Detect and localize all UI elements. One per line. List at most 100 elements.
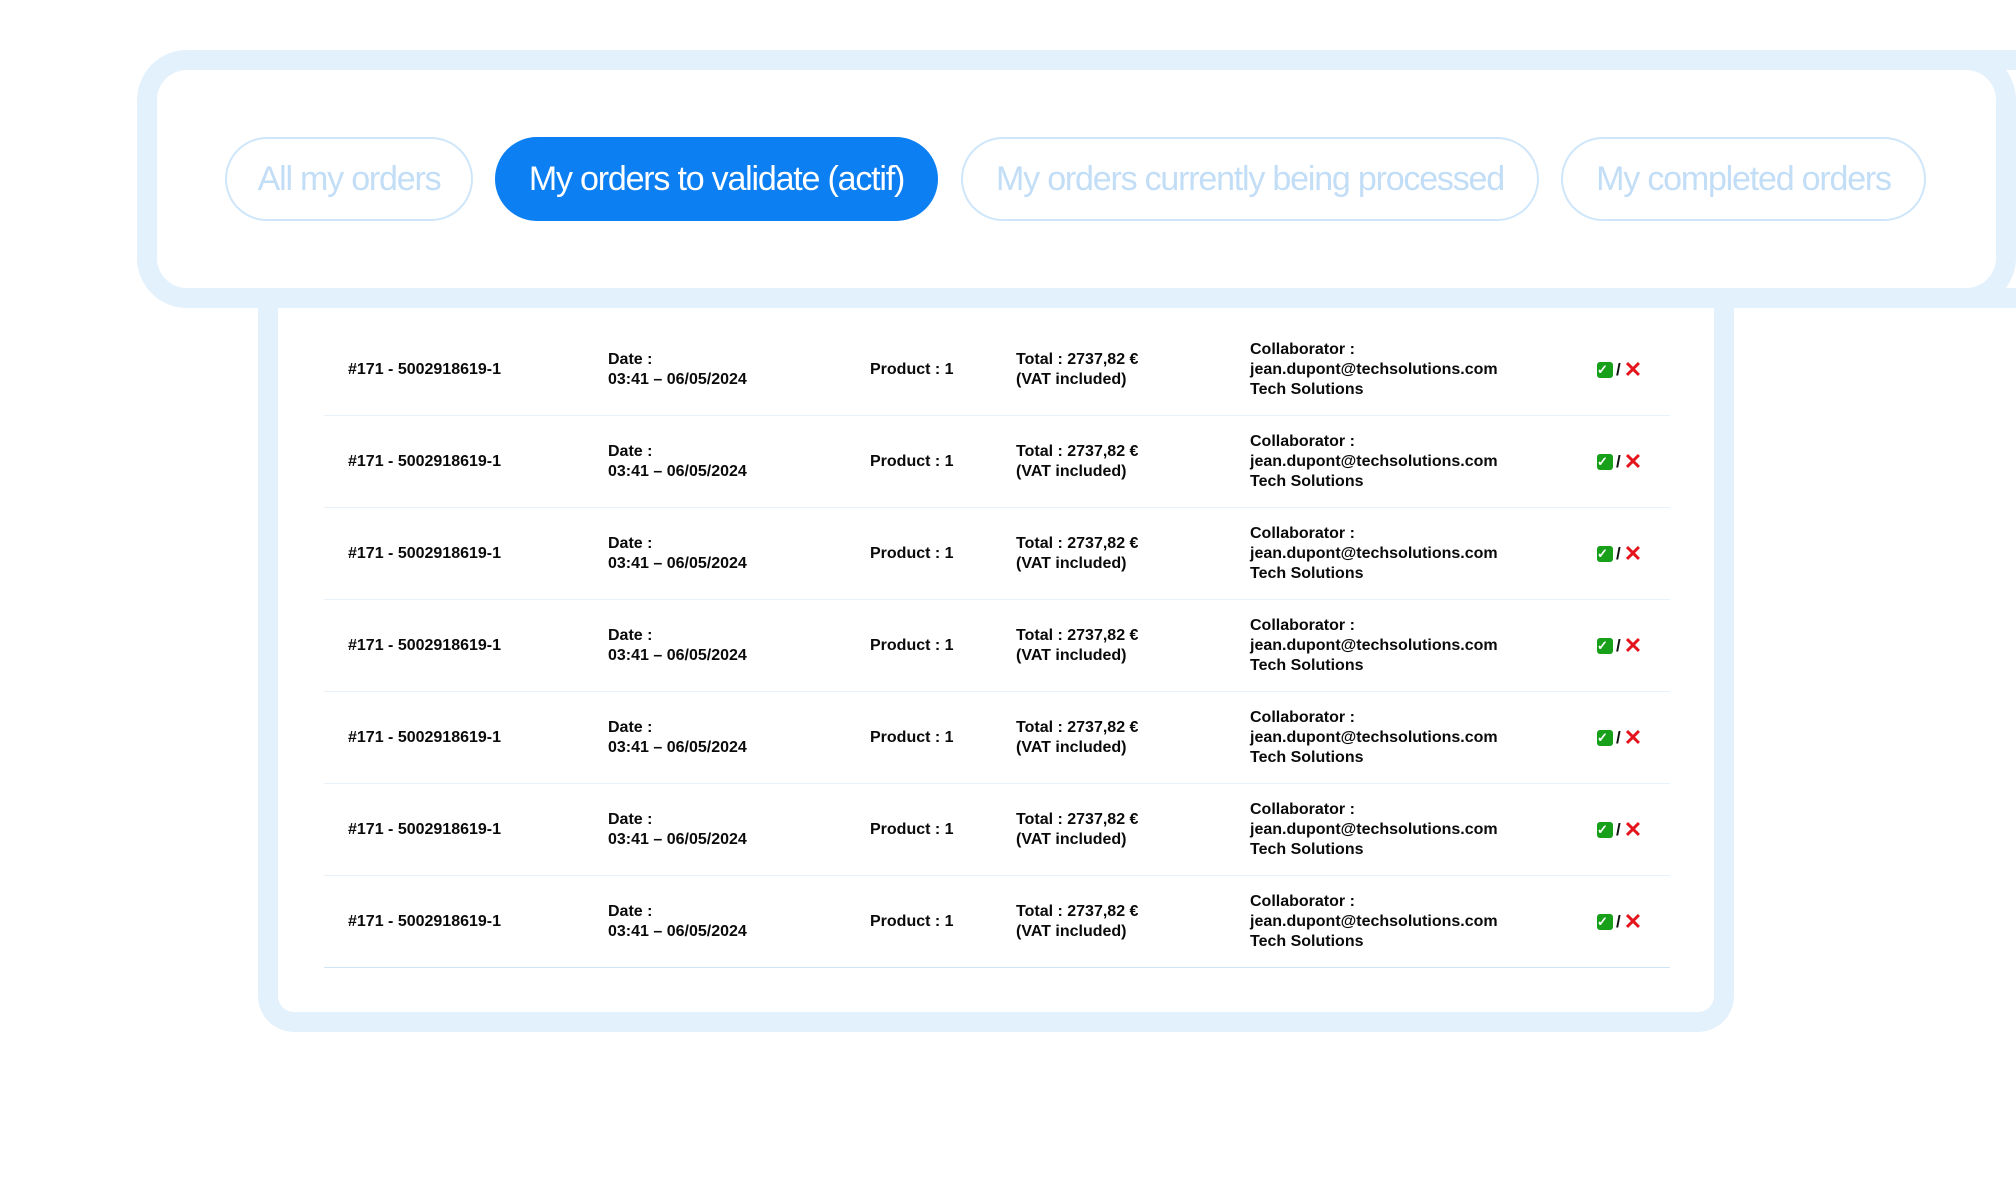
date-value: 03:41 – 06/05/2024 [608, 738, 747, 756]
total-value: Total : 2737,82 € [1016, 810, 1139, 828]
order-total: Total : 2737,82 € (VAT included) [1016, 810, 1138, 850]
vat-note: (VAT included) [1016, 370, 1127, 388]
table-row[interactable]: #171 - 5002918619-1 Date : 03:41 – 06/05… [324, 324, 1670, 416]
order-actions: ✓ / ✕ [1597, 726, 1642, 748]
order-actions: ✓ / ✕ [1597, 634, 1642, 656]
order-date: Date : 03:41 – 06/05/2024 [608, 350, 747, 390]
order-product: Product : 1 [870, 360, 954, 378]
order-date: Date : 03:41 – 06/05/2024 [608, 626, 747, 666]
date-label: Date : [608, 718, 653, 736]
tab-orders-to-validate[interactable]: My orders to validate (actif) [495, 137, 938, 221]
collaborator-company: Tech Solutions [1250, 932, 1364, 950]
collaborator-company: Tech Solutions [1250, 656, 1364, 674]
order-id: #171 - 5002918619-1 [348, 912, 502, 930]
collaborator-label: Collaborator : [1250, 616, 1355, 634]
order-product: Product : 1 [870, 636, 954, 654]
collaborator-company: Tech Solutions [1250, 748, 1364, 766]
collaborator-company: Tech Solutions [1250, 380, 1364, 398]
collaborator-email: jean.dupont@techsolutions.com [1250, 728, 1498, 746]
order-id: #171 - 5002918619-1 [348, 544, 502, 562]
order-actions: ✓ / ✕ [1597, 358, 1642, 380]
date-value: 03:41 – 06/05/2024 [608, 830, 747, 848]
collaborator-email: jean.dupont@techsolutions.com [1250, 820, 1498, 838]
date-label: Date : [608, 442, 653, 460]
order-collaborator: Collaborator : jean.dupont@techsolutions… [1250, 432, 1498, 492]
total-value: Total : 2737,82 € [1016, 442, 1139, 460]
cross-icon[interactable]: ✕ [1624, 358, 1642, 380]
order-product: Product : 1 [870, 820, 954, 838]
check-icon[interactable]: ✓ [1597, 729, 1613, 746]
check-icon[interactable]: ✓ [1597, 637, 1613, 654]
vat-note: (VAT included) [1016, 554, 1127, 572]
cross-icon[interactable]: ✕ [1624, 910, 1642, 932]
cross-icon[interactable]: ✕ [1624, 726, 1642, 748]
total-value: Total : 2737,82 € [1016, 534, 1139, 552]
order-total: Total : 2737,82 € (VAT included) [1016, 626, 1138, 666]
date-label: Date : [608, 350, 653, 368]
collaborator-company: Tech Solutions [1250, 472, 1364, 490]
date-label: Date : [608, 626, 653, 644]
total-value: Total : 2737,82 € [1016, 350, 1139, 368]
table-row[interactable]: #171 - 5002918619-1 Date : 03:41 – 06/05… [324, 508, 1670, 600]
order-product: Product : 1 [870, 728, 954, 746]
table-row[interactable]: #171 - 5002918619-1 Date : 03:41 – 06/05… [324, 692, 1670, 784]
order-total: Total : 2737,82 € (VAT included) [1016, 534, 1138, 574]
collaborator-label: Collaborator : [1250, 432, 1355, 450]
collaborator-email: jean.dupont@techsolutions.com [1250, 636, 1498, 654]
collaborator-email: jean.dupont@techsolutions.com [1250, 544, 1498, 562]
cross-icon[interactable]: ✕ [1624, 818, 1642, 840]
order-total: Total : 2737,82 € (VAT included) [1016, 902, 1138, 942]
cross-icon[interactable]: ✕ [1624, 450, 1642, 472]
collaborator-label: Collaborator : [1250, 800, 1355, 818]
collaborator-company: Tech Solutions [1250, 564, 1364, 582]
vat-note: (VAT included) [1016, 462, 1127, 480]
date-label: Date : [608, 902, 653, 920]
order-date: Date : 03:41 – 06/05/2024 [608, 902, 747, 942]
order-id: #171 - 5002918619-1 [348, 728, 502, 746]
collaborator-label: Collaborator : [1250, 708, 1355, 726]
table-row[interactable]: #171 - 5002918619-1 Date : 03:41 – 06/05… [324, 876, 1670, 968]
collaborator-label: Collaborator : [1250, 524, 1355, 542]
total-value: Total : 2737,82 € [1016, 902, 1139, 920]
order-total: Total : 2737,82 € (VAT included) [1016, 718, 1138, 758]
check-icon[interactable]: ✓ [1597, 453, 1613, 470]
collaborator-email: jean.dupont@techsolutions.com [1250, 452, 1498, 470]
order-id: #171 - 5002918619-1 [348, 636, 502, 654]
collaborator-email: jean.dupont@techsolutions.com [1250, 912, 1498, 930]
order-collaborator: Collaborator : jean.dupont@techsolutions… [1250, 616, 1498, 676]
check-icon[interactable]: ✓ [1597, 913, 1613, 930]
table-row[interactable]: #171 - 5002918619-1 Date : 03:41 – 06/05… [324, 600, 1670, 692]
collaborator-label: Collaborator : [1250, 892, 1355, 910]
check-icon[interactable]: ✓ [1597, 821, 1613, 838]
action-separator: / [1616, 819, 1621, 839]
tab-orders-processing[interactable]: My orders currently being processed [961, 137, 1539, 221]
order-date: Date : 03:41 – 06/05/2024 [608, 810, 747, 850]
total-value: Total : 2737,82 € [1016, 626, 1139, 644]
order-id: #171 - 5002918619-1 [348, 820, 502, 838]
tab-completed-orders[interactable]: My completed orders [1561, 137, 1926, 221]
cross-icon[interactable]: ✕ [1624, 542, 1642, 564]
vat-note: (VAT included) [1016, 830, 1127, 848]
order-id: #171 - 5002918619-1 [348, 452, 502, 470]
date-label: Date : [608, 810, 653, 828]
order-total: Total : 2737,82 € (VAT included) [1016, 442, 1138, 482]
collaborator-label: Collaborator : [1250, 340, 1355, 358]
table-row[interactable]: #171 - 5002918619-1 Date : 03:41 – 06/05… [324, 784, 1670, 876]
order-actions: ✓ / ✕ [1597, 450, 1642, 472]
action-separator: / [1616, 359, 1621, 379]
order-actions: ✓ / ✕ [1597, 818, 1642, 840]
check-icon[interactable]: ✓ [1597, 361, 1613, 378]
table-row[interactable]: #171 - 5002918619-1 Date : 03:41 – 06/05… [324, 416, 1670, 508]
tab-all-orders[interactable]: All my orders [225, 137, 473, 221]
order-total: Total : 2737,82 € (VAT included) [1016, 350, 1138, 390]
order-collaborator: Collaborator : jean.dupont@techsolutions… [1250, 524, 1498, 584]
order-date: Date : 03:41 – 06/05/2024 [608, 718, 747, 758]
vat-note: (VAT included) [1016, 738, 1127, 756]
check-icon[interactable]: ✓ [1597, 545, 1613, 562]
vat-note: (VAT included) [1016, 646, 1127, 664]
tabs-panel-edge [1960, 50, 2016, 308]
date-value: 03:41 – 06/05/2024 [608, 462, 747, 480]
vat-note: (VAT included) [1016, 922, 1127, 940]
action-separator: / [1616, 543, 1621, 563]
cross-icon[interactable]: ✕ [1624, 634, 1642, 656]
